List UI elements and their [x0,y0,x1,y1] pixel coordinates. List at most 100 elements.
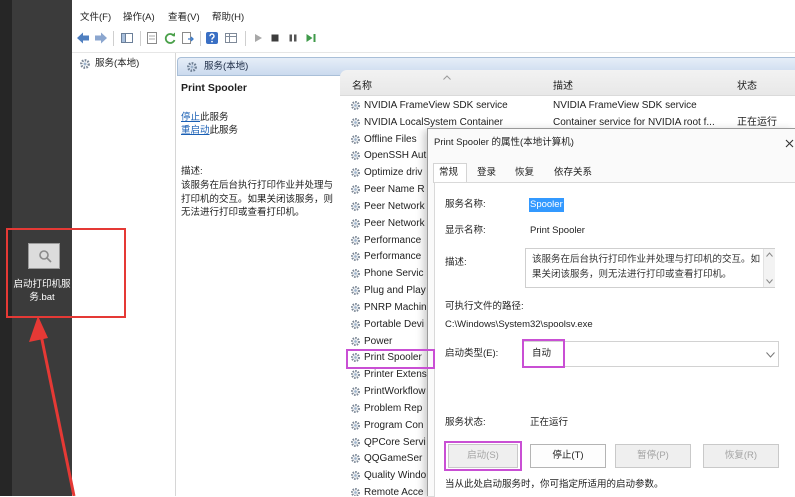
detail-service-title: Print Spooler [181,82,247,94]
help-icon[interactable] [205,31,219,45]
service-gear-icon [350,386,361,397]
service-gear-icon [350,117,361,128]
annotation-box-start-button [444,441,522,471]
tab-dependencies[interactable]: 依存关系 [554,166,592,180]
properties-icon[interactable] [224,31,238,45]
service-gear-icon [350,218,361,229]
toolbar-separator [245,31,246,46]
service-gear-icon [350,453,361,464]
tab-recovery[interactable]: 恢复 [515,166,534,180]
display-name-label: 显示名称: [445,225,486,236]
service-gear-icon [350,285,361,296]
menu-file[interactable]: 文件(F) [80,11,111,25]
service-gear-icon [350,470,361,481]
pause-button[interactable]: 暂停(P) [615,444,691,468]
menu-action[interactable]: 操作(A) [123,11,155,25]
stop-button[interactable]: 停止(T) [530,444,606,468]
start-service-icon[interactable] [252,32,264,44]
column-header-description[interactable]: 描述 [553,80,573,94]
service-gear-icon [350,134,361,145]
service-gear-icon [350,167,361,178]
restart-service-icon[interactable] [305,32,317,44]
pane-header-title: 服务(本地) [204,61,249,72]
back-arrow-icon[interactable] [76,31,90,45]
restart-service-suffix: 此服务 [209,125,239,136]
stop-service-suffix: 此服务 [200,112,229,123]
tree-item-services-local[interactable]: 服务(本地) [79,57,175,71]
service-gear-icon [350,369,361,380]
scroll-up-icon[interactable] [766,252,773,257]
service-gear-icon [350,268,361,279]
service-name-cell: Phone Servic [364,268,424,280]
service-name-label: 服务名称: [445,199,486,210]
refresh-icon[interactable] [163,31,177,45]
executable-path-label: 可执行文件的路径: [445,301,524,312]
service-gear-icon [350,150,361,161]
service-name-cell: Peer Network [364,200,425,212]
service-name-cell: QPCore Servi [364,436,426,448]
show-hide-icon[interactable] [145,31,159,45]
description-textbox[interactable]: 该服务在后台执行打印作业并处理与打印机的交互。如果关闭该服务，则无法进行打印或查… [525,248,775,288]
service-name-cell: Program Con [364,419,424,431]
tree-item-label: 服务(本地) [95,58,140,69]
resume-button[interactable]: 恢复(R) [703,444,779,468]
service-name-cell: Peer Network [364,217,425,229]
service-description-cell: NVIDIA FrameView SDK service [553,100,697,111]
display-name-value[interactable]: Print Spooler [530,224,585,238]
column-header-name[interactable]: 名称 [352,80,372,94]
restart-service-link[interactable]: 重启动 [181,125,210,136]
menu-view[interactable]: 查看(V) [168,11,200,25]
scroll-down-icon[interactable] [766,279,773,284]
close-icon[interactable] [785,139,794,148]
service-status-value: 正在运行 [530,417,569,428]
service-name-cell: PrintWorkflow [364,386,426,398]
annotation-box-startup-type [522,339,565,368]
description-text: 该服务在后台执行打印作业并处理与打印机的交互。如果关闭该服务，则无法进行打印或查… [532,254,761,280]
service-name-value[interactable]: Spooler [529,198,564,212]
service-name-cell: Offline Files [364,133,417,145]
console-tree-icon[interactable] [120,31,134,45]
service-gear-icon [350,319,361,330]
pause-service-icon[interactable] [287,32,299,44]
sort-ascending-icon [443,75,451,80]
tab-logon[interactable]: 登录 [477,166,496,180]
service-gear-icon [350,100,361,111]
description-scrollbar[interactable] [763,249,775,287]
service-gear-icon [350,201,361,212]
list-column-header: 名称 描述 状态 [340,70,795,96]
dialog-title: Print Spooler 的属性(本地计算机) [434,137,574,148]
restart-service-action: 重启动此服务 [181,124,238,138]
toolbar-separator [140,31,141,46]
service-gear-icon [350,487,361,496]
tab-general[interactable]: 常规 [439,166,458,180]
forward-arrow-icon[interactable] [94,31,108,45]
services-gear-icon [80,59,90,69]
stop-service-link[interactable]: 停止 [181,112,200,123]
executable-path-value[interactable]: C:\Windows\System32\spoolsv.exe [445,318,593,332]
service-name-cell: Optimize driv [364,167,423,179]
properties-dialog: Print Spooler 的属性(本地计算机) 常规 登录 恢复 依存关系 服… [427,128,795,497]
service-gear-icon [350,403,361,414]
service-name-cell: Plug and Play [364,285,426,297]
detail-description: 该服务在后台执行打印作业并处理与打印机的交互。如果关闭该服务，则无法进行打印或查… [181,180,334,218]
export-list-icon[interactable] [181,31,195,45]
service-name-cell: Peer Name R [364,184,425,196]
annotation-arrow [29,316,76,496]
service-name-cell: QQGameSer [364,453,423,465]
stop-service-icon[interactable] [269,32,281,44]
service-row[interactable]: NVIDIA FrameView SDK service NVIDIA Frame… [348,97,795,114]
annotation-box-desktop-file [6,228,126,318]
service-name-cell: Remote Acce [364,487,424,496]
service-name-cell: Power [364,335,393,347]
service-name-cell: PNRP Machin [364,301,427,313]
toolbar-separator [200,31,201,46]
service-name-cell: Problem Rep [364,402,423,414]
service-name-cell: Performance [364,234,422,246]
service-name-cell: Performance [364,251,422,263]
service-gear-icon [350,184,361,195]
service-name-cell: NVIDIA FrameView SDK service [364,100,508,111]
menu-help[interactable]: 帮助(H) [212,11,244,25]
service-name-cell: Quality Windo [364,470,427,482]
service-gear-icon [350,302,361,313]
column-header-status[interactable]: 状态 [737,80,757,94]
